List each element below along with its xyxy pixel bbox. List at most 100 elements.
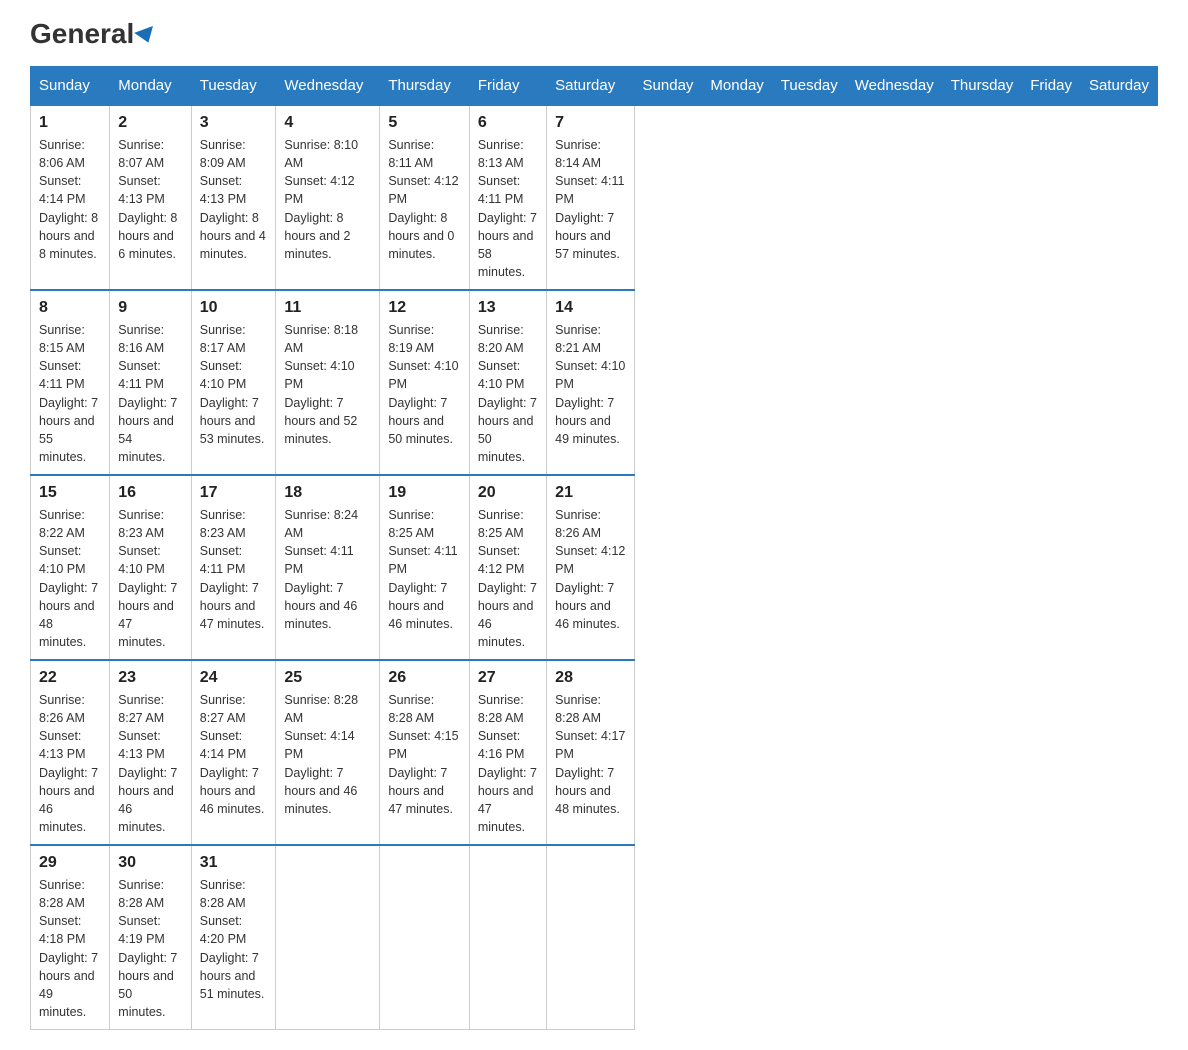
calendar-cell: 16 Sunrise: 8:23 AMSunset: 4:10 PMDayligh… [110, 475, 191, 660]
day-number: 23 [118, 669, 182, 687]
day-number: 25 [284, 669, 371, 687]
calendar-cell: 5 Sunrise: 8:11 AMSunset: 4:12 PMDaylight… [380, 105, 470, 290]
day-info: Sunrise: 8:13 AMSunset: 4:11 PMDaylight:… [478, 136, 538, 281]
day-number: 28 [555, 669, 625, 687]
day-number: 29 [39, 854, 101, 872]
day-number: 16 [118, 484, 182, 502]
day-number: 31 [200, 854, 268, 872]
day-number: 18 [284, 484, 371, 502]
day-number: 6 [478, 114, 538, 132]
day-number: 22 [39, 669, 101, 687]
week-row-3: 15 Sunrise: 8:22 AMSunset: 4:10 PMDayligh… [31, 475, 1158, 660]
logo-arrow-icon [134, 26, 158, 46]
day-number: 26 [388, 669, 461, 687]
day-info: Sunrise: 8:28 AMSunset: 4:15 PMDaylight:… [388, 691, 461, 818]
calendar-cell [276, 845, 380, 1030]
page-header: General [30, 20, 1158, 46]
calendar-cell [547, 845, 634, 1030]
calendar-cell: 31 Sunrise: 8:28 AMSunset: 4:20 PMDayligh… [191, 845, 276, 1030]
day-header-friday: Friday [1022, 67, 1081, 106]
day-header-sunday: Sunday [31, 67, 110, 106]
day-info: Sunrise: 8:28 AMSunset: 4:17 PMDaylight:… [555, 691, 625, 818]
day-number: 14 [555, 299, 625, 317]
calendar-cell: 13 Sunrise: 8:20 AMSunset: 4:10 PMDayligh… [469, 290, 546, 475]
calendar-cell: 29 Sunrise: 8:28 AMSunset: 4:18 PMDayligh… [31, 845, 110, 1030]
day-number: 27 [478, 669, 538, 687]
calendar-cell [469, 845, 546, 1030]
day-info: Sunrise: 8:23 AMSunset: 4:11 PMDaylight:… [200, 506, 268, 633]
day-number: 21 [555, 484, 625, 502]
calendar-cell: 22 Sunrise: 8:26 AMSunset: 4:13 PMDayligh… [31, 660, 110, 845]
calendar-cell [380, 845, 470, 1030]
day-header-saturday: Saturday [1080, 67, 1157, 106]
day-info: Sunrise: 8:19 AMSunset: 4:10 PMDaylight:… [388, 321, 461, 448]
calendar-cell: 10Sunrise: 8:17 AMSunset: 4:10 PMDayligh… [191, 290, 276, 475]
calendar-cell: 4Sunrise: 8:10 AMSunset: 4:12 PMDaylight… [276, 105, 380, 290]
day-header-saturday: Saturday [547, 67, 634, 106]
calendar-cell: 27Sunrise: 8:28 AMSunset: 4:16 PMDayligh… [469, 660, 546, 845]
calendar-cell: 2 Sunrise: 8:07 AMSunset: 4:13 PMDaylight… [110, 105, 191, 290]
day-info: Sunrise: 8:20 AMSunset: 4:10 PMDaylight:… [478, 321, 538, 466]
day-info: Sunrise: 8:27 AMSunset: 4:14 PMDaylight:… [200, 691, 268, 818]
day-info: Sunrise: 8:15 AMSunset: 4:11 PMDaylight:… [39, 321, 101, 466]
calendar-cell: 8 Sunrise: 8:15 AMSunset: 4:11 PMDaylight… [31, 290, 110, 475]
day-info: Sunrise: 8:26 AMSunset: 4:12 PMDaylight:… [555, 506, 625, 633]
day-header-thursday: Thursday [380, 67, 470, 106]
day-number: 24 [200, 669, 268, 687]
day-info: Sunrise: 8:23 AMSunset: 4:10 PMDaylight:… [118, 506, 182, 651]
calendar-cell: 1Sunrise: 8:06 AMSunset: 4:14 PMDaylight… [31, 105, 110, 290]
day-header-monday: Monday [702, 67, 772, 106]
calendar-cell: 12Sunrise: 8:19 AMSunset: 4:10 PMDayligh… [380, 290, 470, 475]
day-info: Sunrise: 8:28 AMSunset: 4:18 PMDaylight:… [39, 876, 101, 1021]
day-info: Sunrise: 8:25 AMSunset: 4:11 PMDaylight:… [388, 506, 461, 633]
day-number: 13 [478, 299, 538, 317]
day-header-monday: Monday [110, 67, 191, 106]
day-number: 30 [118, 854, 182, 872]
calendar-header-row: SundayMondayTuesdayWednesdayThursdayFrid… [31, 67, 1158, 106]
day-header-thursday: Thursday [942, 67, 1022, 106]
day-number: 5 [388, 114, 461, 132]
logo-top: General [30, 20, 156, 48]
day-info: Sunrise: 8:28 AMSunset: 4:14 PMDaylight:… [284, 691, 371, 818]
calendar-cell: 6 Sunrise: 8:13 AMSunset: 4:11 PMDaylight… [469, 105, 546, 290]
day-info: Sunrise: 8:25 AMSunset: 4:12 PMDaylight:… [478, 506, 538, 651]
day-number: 15 [39, 484, 101, 502]
week-row-2: 8 Sunrise: 8:15 AMSunset: 4:11 PMDaylight… [31, 290, 1158, 475]
day-number: 2 [118, 114, 182, 132]
calendar-cell: 18 Sunrise: 8:24 AMSunset: 4:11 PMDayligh… [276, 475, 380, 660]
calendar-cell: 15 Sunrise: 8:22 AMSunset: 4:10 PMDayligh… [31, 475, 110, 660]
logo-general: General [30, 18, 134, 49]
day-number: 3 [200, 114, 268, 132]
day-number: 20 [478, 484, 538, 502]
day-number: 17 [200, 484, 268, 502]
day-header-wednesday: Wednesday [846, 67, 942, 106]
logo: General [30, 20, 156, 46]
calendar-cell: 19Sunrise: 8:25 AMSunset: 4:11 PMDayligh… [380, 475, 470, 660]
day-header-tuesday: Tuesday [772, 67, 846, 106]
day-info: Sunrise: 8:17 AMSunset: 4:10 PMDaylight:… [200, 321, 268, 448]
day-info: Sunrise: 8:22 AMSunset: 4:10 PMDaylight:… [39, 506, 101, 651]
day-info: Sunrise: 8:07 AMSunset: 4:13 PMDaylight:… [118, 136, 182, 263]
day-info: Sunrise: 8:27 AMSunset: 4:13 PMDaylight:… [118, 691, 182, 836]
day-info: Sunrise: 8:24 AMSunset: 4:11 PMDaylight:… [284, 506, 371, 633]
day-number: 9 [118, 299, 182, 317]
day-info: Sunrise: 8:26 AMSunset: 4:13 PMDaylight:… [39, 691, 101, 836]
week-row-1: 1Sunrise: 8:06 AMSunset: 4:14 PMDaylight… [31, 105, 1158, 290]
calendar-cell: 26 Sunrise: 8:28 AMSunset: 4:15 PMDayligh… [380, 660, 470, 845]
calendar-cell: 11Sunrise: 8:18 AMSunset: 4:10 PMDayligh… [276, 290, 380, 475]
day-info: Sunrise: 8:16 AMSunset: 4:11 PMDaylight:… [118, 321, 182, 466]
day-info: Sunrise: 8:11 AMSunset: 4:12 PMDaylight:… [388, 136, 461, 263]
day-info: Sunrise: 8:28 AMSunset: 4:20 PMDaylight:… [200, 876, 268, 1003]
day-header-tuesday: Tuesday [191, 67, 276, 106]
calendar-cell: 20 Sunrise: 8:25 AMSunset: 4:12 PMDayligh… [469, 475, 546, 660]
day-info: Sunrise: 8:14 AMSunset: 4:11 PMDaylight:… [555, 136, 625, 263]
calendar-cell: 30Sunrise: 8:28 AMSunset: 4:19 PMDayligh… [110, 845, 191, 1030]
calendar-cell: 25 Sunrise: 8:28 AMSunset: 4:14 PMDayligh… [276, 660, 380, 845]
day-header-friday: Friday [469, 67, 546, 106]
calendar-cell: 7Sunrise: 8:14 AMSunset: 4:11 PMDaylight… [547, 105, 634, 290]
day-info: Sunrise: 8:06 AMSunset: 4:14 PMDaylight:… [39, 136, 101, 263]
calendar-cell: 24 Sunrise: 8:27 AMSunset: 4:14 PMDayligh… [191, 660, 276, 845]
day-info: Sunrise: 8:09 AMSunset: 4:13 PMDaylight:… [200, 136, 268, 263]
day-number: 8 [39, 299, 101, 317]
week-row-4: 22 Sunrise: 8:26 AMSunset: 4:13 PMDayligh… [31, 660, 1158, 845]
